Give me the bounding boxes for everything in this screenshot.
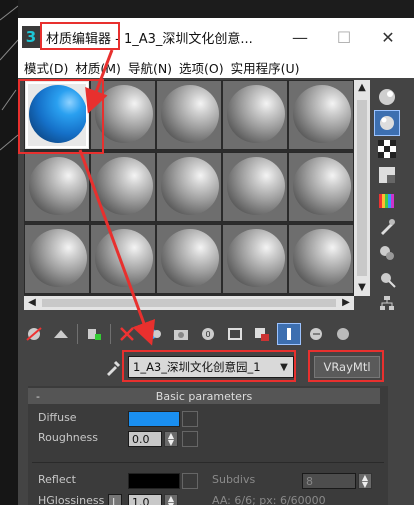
- scroll-right-icon[interactable]: ▶: [338, 297, 354, 308]
- scroll-thumb[interactable]: [357, 100, 367, 276]
- active-slot-highlight-box: [18, 79, 104, 154]
- make-unique-icon[interactable]: [142, 323, 166, 345]
- material-sample-slot[interactable]: [288, 152, 354, 222]
- material-sample-slot[interactable]: [288, 80, 354, 150]
- material-sample-slot[interactable]: [24, 152, 90, 222]
- material-sphere-preview: [29, 157, 87, 215]
- scroll-down-icon[interactable]: ▼: [354, 282, 370, 293]
- select-by-material-icon[interactable]: [374, 266, 400, 292]
- reset-map-icon[interactable]: [115, 323, 139, 345]
- hglossiness-lock-button[interactable]: L: [108, 494, 122, 505]
- vertical-scrollbar[interactable]: ▲ ▼: [354, 80, 370, 296]
- material-sample-slot[interactable]: [288, 224, 354, 294]
- material-sphere-preview: [161, 157, 219, 215]
- maximize-button[interactable]: ☐: [322, 18, 366, 56]
- material-sphere-preview: [161, 85, 219, 143]
- material-sample-slot[interactable]: [222, 152, 288, 222]
- material-sphere-preview: [161, 229, 219, 287]
- make-preview-icon[interactable]: [374, 214, 400, 240]
- svg-text:0: 0: [205, 330, 210, 339]
- material-id-icon[interactable]: 0: [196, 323, 220, 345]
- material-sphere-preview: [95, 157, 153, 215]
- put-to-library-icon[interactable]: [169, 323, 193, 345]
- scroll-up-icon[interactable]: ▲: [354, 82, 370, 93]
- roughness-map-button[interactable]: [182, 431, 198, 447]
- rollout-title: Basic parameters: [155, 389, 253, 403]
- background-sketch: [0, 5, 18, 151]
- roughness-label: Roughness: [38, 431, 99, 444]
- put-to-scene-icon[interactable]: [49, 323, 73, 345]
- options-icon[interactable]: [374, 240, 400, 266]
- eyedropper-icon[interactable]: [104, 358, 122, 376]
- backlight-icon[interactable]: [374, 110, 400, 136]
- diffuse-color-swatch[interactable]: [128, 411, 180, 427]
- material-sphere-preview: [227, 229, 285, 287]
- minimize-button[interactable]: —: [278, 18, 322, 56]
- roughness-value[interactable]: 0.0: [128, 431, 162, 447]
- reflect-label: Reflect: [38, 473, 76, 486]
- material-sample-slot[interactable]: [90, 152, 156, 222]
- go-forward-sibling-icon[interactable]: [304, 323, 328, 345]
- app-icon: 3: [22, 26, 40, 48]
- menu-material[interactable]: 材质(M): [75, 58, 121, 77]
- uv-tiling-icon[interactable]: [374, 162, 400, 188]
- sample-type-icon[interactable]: [374, 84, 400, 110]
- diffuse-label: Diffuse: [38, 411, 77, 424]
- video-color-check-icon[interactable]: [374, 188, 400, 214]
- hglossiness-spinner[interactable]: ▲▼: [164, 494, 178, 505]
- collapse-toggle[interactable]: -: [28, 390, 48, 403]
- material-sample-slot[interactable]: [156, 152, 222, 222]
- material-name-highlight-box: [122, 350, 296, 382]
- material-sample-slot[interactable]: [222, 224, 288, 294]
- title-highlight-box: [40, 22, 120, 50]
- reflect-map-button[interactable]: [182, 473, 198, 489]
- horizontal-scrollbar[interactable]: ◀ ▶: [24, 296, 354, 310]
- menu-options[interactable]: 选项(O): [179, 58, 224, 77]
- subdivs-spinner[interactable]: ▲ ▼: [358, 473, 372, 489]
- go-to-parent-icon[interactable]: [277, 323, 301, 345]
- material-sample-slot[interactable]: [156, 80, 222, 150]
- hglossiness-value[interactable]: 1.0: [128, 494, 162, 505]
- pick-from-object-icon[interactable]: [331, 323, 355, 345]
- toolbar-divider: [77, 324, 78, 344]
- close-button[interactable]: ✕: [366, 18, 410, 56]
- material-sphere-preview: [293, 229, 351, 287]
- subdivs-label: Subdivs: [212, 473, 256, 486]
- material-sphere-preview: [95, 229, 153, 287]
- scroll-left-icon[interactable]: ◀: [24, 297, 40, 308]
- hscroll-thumb[interactable]: [42, 299, 336, 307]
- rollout-divider: [32, 462, 384, 463]
- material-sphere-preview: [227, 85, 285, 143]
- material-sphere-preview: [293, 157, 351, 215]
- background-checker-icon[interactable]: [374, 136, 400, 162]
- material-editor-screenshot: 3 材质编辑器 - 1_A3_深圳文化创意... — ☐ ✕ 模式(D) 材质(…: [0, 0, 414, 505]
- material-sample-slot[interactable]: [156, 224, 222, 294]
- material-sphere-preview: [29, 229, 87, 287]
- material-sphere-preview: [227, 157, 285, 215]
- assign-to-selection-icon[interactable]: [82, 323, 106, 345]
- diffuse-map-button[interactable]: [182, 411, 198, 427]
- show-end-result-icon[interactable]: [250, 323, 274, 345]
- material-sample-slot[interactable]: [90, 224, 156, 294]
- material-toolbar: 0: [22, 320, 392, 348]
- menu-utilities[interactable]: 实用程序(U): [231, 58, 300, 77]
- aa-info-text: AA: 6/6; px: 6/60000: [212, 494, 326, 505]
- hglossiness-label: HGlossiness: [38, 494, 105, 505]
- reflect-color-swatch[interactable]: [128, 473, 180, 489]
- rollout-header[interactable]: - Basic parameters: [28, 388, 380, 404]
- material-sample-slot[interactable]: [24, 224, 90, 294]
- get-material-icon[interactable]: [22, 323, 46, 345]
- subdivs-value[interactable]: 8: [302, 473, 356, 489]
- roughness-spinner[interactable]: ▲ ▼: [164, 431, 178, 447]
- toolbar-divider: [110, 324, 111, 344]
- material-navigator-icon[interactable]: [374, 290, 400, 316]
- material-type-highlight-box: [308, 350, 384, 382]
- menu-bar: 模式(D) 材质(M) 导航(N) 选项(O) 实用程序(U): [18, 56, 414, 78]
- menu-navigation[interactable]: 导航(N): [128, 58, 172, 77]
- menu-mode[interactable]: 模式(D): [24, 58, 68, 77]
- material-sphere-preview: [293, 85, 351, 143]
- show-shaded-icon[interactable]: [223, 323, 247, 345]
- material-sample-slot[interactable]: [222, 80, 288, 150]
